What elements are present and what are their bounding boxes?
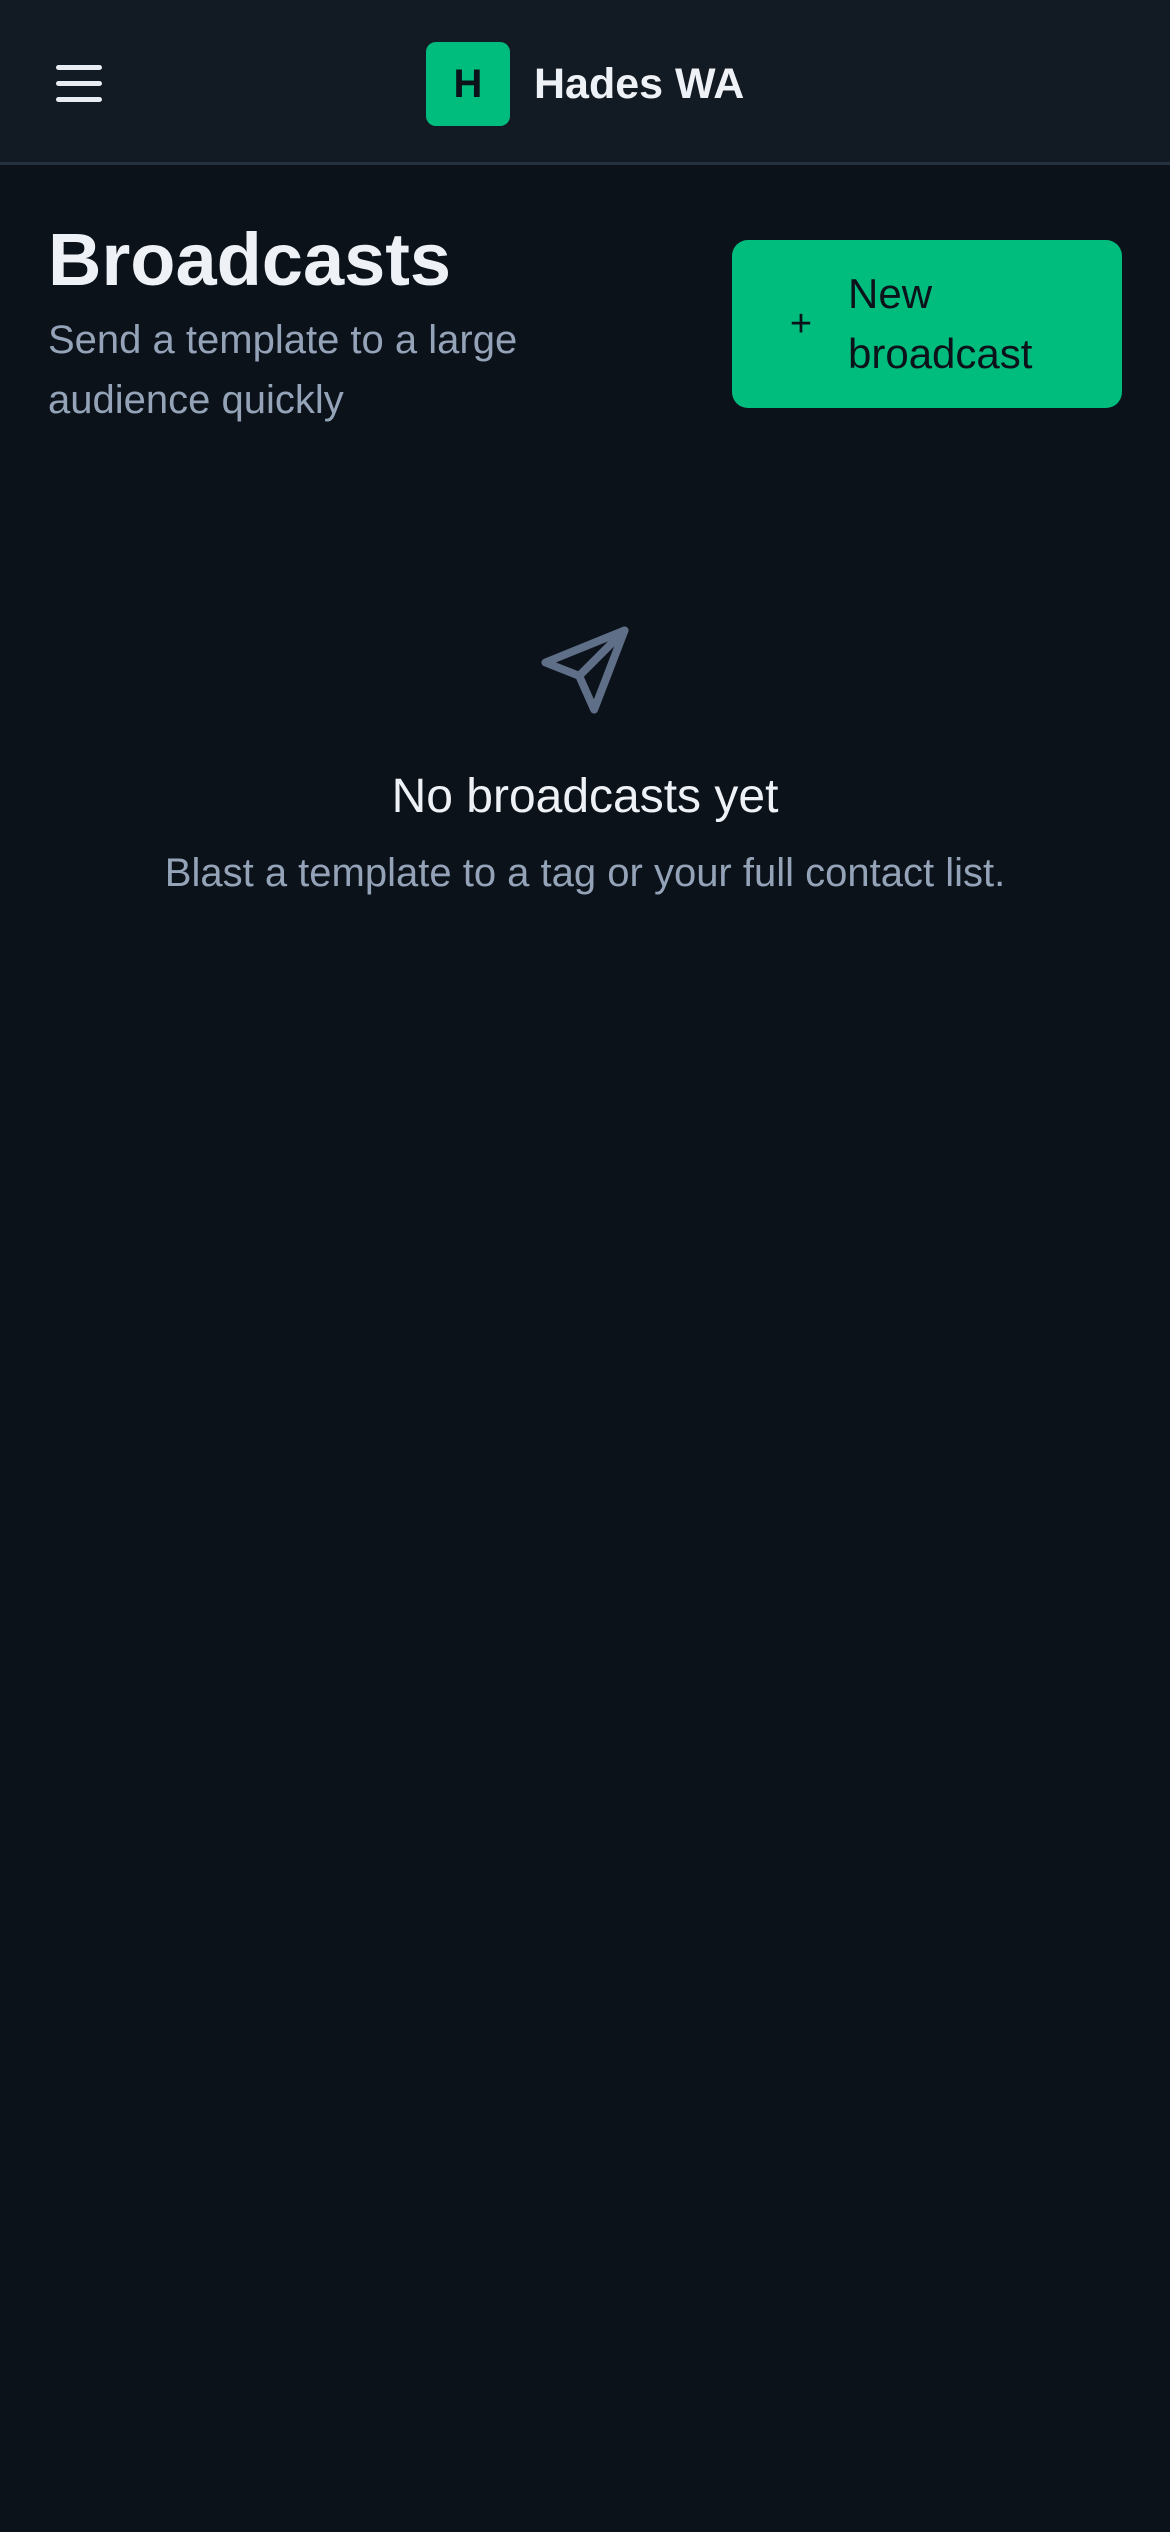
menu-line [56, 64, 102, 70]
empty-state: No broadcasts yet Blast a template to a … [0, 620, 1170, 901]
new-broadcast-label: New broadcast [848, 270, 1033, 377]
brand-logo: H [426, 42, 510, 126]
empty-state-description: Blast a template to a tag or your full c… [164, 851, 1006, 895]
send-icon [535, 620, 635, 720]
brand-name: Hades WA [534, 59, 745, 108]
menu-line [56, 80, 102, 86]
page-title: Broadcasts [48, 218, 452, 301]
top-bar: H Hades WA [0, 0, 1170, 165]
menu-line [56, 96, 102, 102]
plus-icon: + [789, 302, 813, 345]
empty-state-title: No broadcasts yet [391, 770, 779, 823]
hamburger-menu-button[interactable] [40, 48, 116, 118]
new-broadcast-button[interactable]: + New broadcast [732, 240, 1122, 408]
brand[interactable]: H Hades WA [426, 42, 744, 126]
page-subtitle: Send a template to a large audience quic… [48, 318, 518, 422]
